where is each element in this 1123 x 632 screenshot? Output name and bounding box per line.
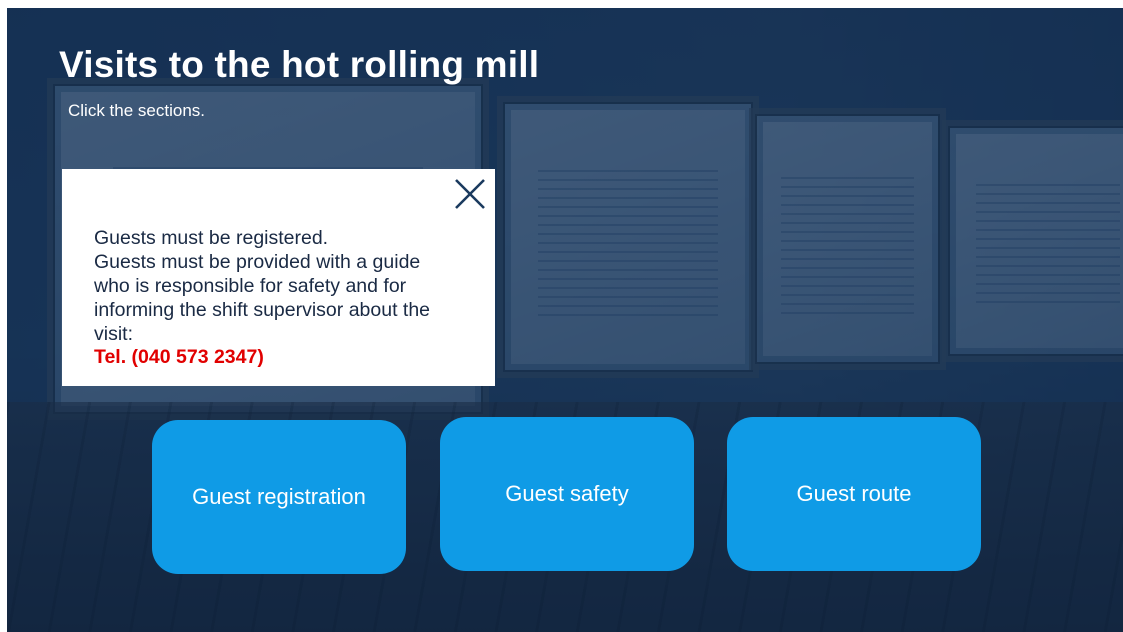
page-title: Visits to the hot rolling mill — [59, 44, 540, 85]
guest-registration-button[interactable]: Guest registration — [152, 420, 406, 574]
popup-message: Guests must be registered. Guests must b… — [94, 226, 474, 346]
popup-line: Guests must be provided with a guide — [94, 251, 421, 273]
slide-stage: Visits to the hot rolling mill Click the… — [7, 8, 1123, 632]
guest-safety-button[interactable]: Guest safety — [440, 417, 694, 571]
page-subtitle: Click the sections. — [68, 101, 205, 120]
info-popup: Guests must be registered. Guests must b… — [62, 169, 495, 386]
phone-number: Tel. (040 573 2347) — [94, 346, 264, 368]
popup-line: visit: — [94, 323, 133, 345]
guest-route-button[interactable]: Guest route — [727, 417, 981, 571]
popup-line: informing the shift supervisor about the — [94, 299, 431, 321]
close-icon — [455, 179, 485, 209]
popup-line: Guests must be registered. — [94, 227, 329, 249]
popup-line: who is responsible for safety and for — [94, 275, 407, 297]
close-button[interactable] — [453, 177, 487, 211]
